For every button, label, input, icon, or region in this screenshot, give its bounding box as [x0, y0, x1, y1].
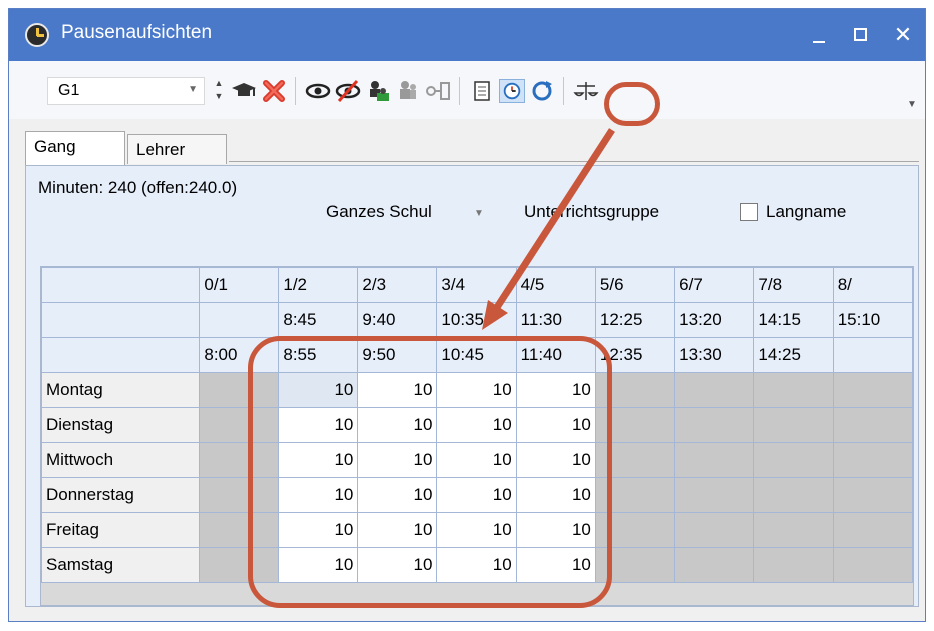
gang-select-value: G1 [58, 82, 80, 99]
day-label: Mittwoch [41, 442, 201, 478]
period-header-cell: 7/8 [753, 267, 834, 303]
start-time-header-row: 8:45 9:40 10:35 11:30 12:25 13:20 14:15 15:10 [41, 302, 913, 338]
delete-x-icon[interactable] [261, 79, 287, 103]
start-time-header-cell: 10:35 [436, 302, 517, 338]
day-label: Dienstag [41, 407, 201, 443]
balance-scale-icon[interactable] [573, 79, 599, 103]
inactive-cell [753, 372, 834, 408]
inactive-cell [753, 477, 834, 513]
close-button[interactable]: ✕ [883, 15, 923, 55]
eye-crossed-icon[interactable] [335, 79, 361, 103]
inactive-cell [674, 442, 755, 478]
inactive-cell [832, 372, 913, 408]
spin-updown-icon[interactable]: ▲ ▼ [213, 77, 225, 105]
period-header-cell: 1/2 [278, 267, 359, 303]
scope-select[interactable]: Ganzes Schul [326, 202, 432, 222]
calendar-icon[interactable] [469, 79, 495, 103]
key-list-icon[interactable] [425, 79, 451, 103]
day-label: Montag [41, 372, 201, 408]
tab-strip-line [229, 161, 919, 162]
inactive-cell [832, 442, 913, 478]
title-bar[interactable]: Pausenaufsichten ✕ [9, 9, 925, 61]
inactive-cell [753, 547, 834, 583]
start-time-header-cell: 13:20 [674, 302, 755, 338]
langname-label: Langname [766, 202, 847, 221]
end-time-header-cell: 14:25 [753, 337, 834, 373]
inactive-cell [832, 547, 913, 583]
toolbar-overflow-icon[interactable]: ▼ [907, 99, 917, 110]
inactive-cell [753, 442, 834, 478]
annotation-rectangle [248, 336, 612, 608]
grid-corner-cell [41, 267, 201, 303]
chevron-down-icon[interactable]: ▼ [188, 84, 198, 95]
tab-gang[interactable]: Gang [25, 131, 125, 165]
period-header-cell: 8/ [832, 267, 913, 303]
end-time-header-cell [832, 337, 913, 373]
day-label: Freitag [41, 512, 201, 548]
period-header-cell: 5/6 [594, 267, 676, 303]
inactive-cell [753, 512, 834, 548]
teacher-assign-icon[interactable] [365, 79, 391, 103]
langname-checkbox[interactable] [740, 203, 758, 221]
window-title: Pausenaufsichten [61, 22, 213, 43]
minutes-summary: Minuten: 240 (offen:240.0) [38, 178, 238, 197]
toolbar-separator [563, 77, 564, 105]
gang-select[interactable]: G1 ▼ [47, 77, 205, 105]
annotation-circle [604, 82, 660, 126]
start-time-header-cell: 9:40 [357, 302, 438, 338]
inactive-cell [674, 547, 755, 583]
inactive-cell [832, 477, 913, 513]
toolbar-separator [295, 77, 296, 105]
grid-corner-cell [41, 337, 201, 373]
inactive-cell [753, 407, 834, 443]
clock-icon[interactable] [499, 79, 525, 103]
inactive-cell [832, 407, 913, 443]
mortarboard-icon[interactable] [231, 79, 257, 103]
chevron-down-icon[interactable]: ▼ [474, 208, 484, 219]
toolbar-separator [459, 77, 460, 105]
period-header-cell: 3/4 [436, 267, 517, 303]
start-time-header-cell: 14:15 [753, 302, 834, 338]
tab-bar: Gang Lehrer [25, 129, 919, 167]
end-time-header-cell: 13:30 [674, 337, 755, 373]
maximize-button[interactable] [841, 15, 881, 55]
start-time-header-cell: 15:10 [832, 302, 913, 338]
eye-icon[interactable] [305, 79, 331, 103]
inactive-cell [674, 407, 755, 443]
start-time-header-cell: 8:45 [278, 302, 359, 338]
inactive-cell [832, 512, 913, 548]
start-time-header-cell [199, 302, 280, 338]
toolbar: G1 ▼ ▲ ▼ ▼ [9, 61, 925, 119]
clock-app-icon [25, 23, 49, 47]
period-header-cell: 6/7 [674, 267, 755, 303]
minimize-button[interactable] [799, 15, 839, 55]
day-label: Donnerstag [41, 477, 201, 513]
period-header-cell: 0/1 [199, 267, 280, 303]
inactive-cell [674, 477, 755, 513]
period-header-cell: 2/3 [357, 267, 438, 303]
inactive-cell [674, 372, 755, 408]
teacher-remove-icon[interactable] [395, 79, 421, 103]
period-header-row: 0/1 1/2 2/3 3/4 4/5 5/6 6/7 7/8 8/ [41, 267, 913, 303]
start-time-header-cell: 11:30 [515, 302, 596, 338]
period-header-cell: 4/5 [515, 267, 596, 303]
start-time-header-cell: 12:25 [594, 302, 676, 338]
inactive-cell [674, 512, 755, 548]
tab-lehrer[interactable]: Lehrer [127, 134, 227, 164]
day-label: Samstag [41, 547, 201, 583]
grid-corner-cell [41, 302, 201, 338]
refresh-icon[interactable] [529, 79, 555, 103]
group-label[interactable]: Unterrichtsgruppe [524, 202, 659, 222]
